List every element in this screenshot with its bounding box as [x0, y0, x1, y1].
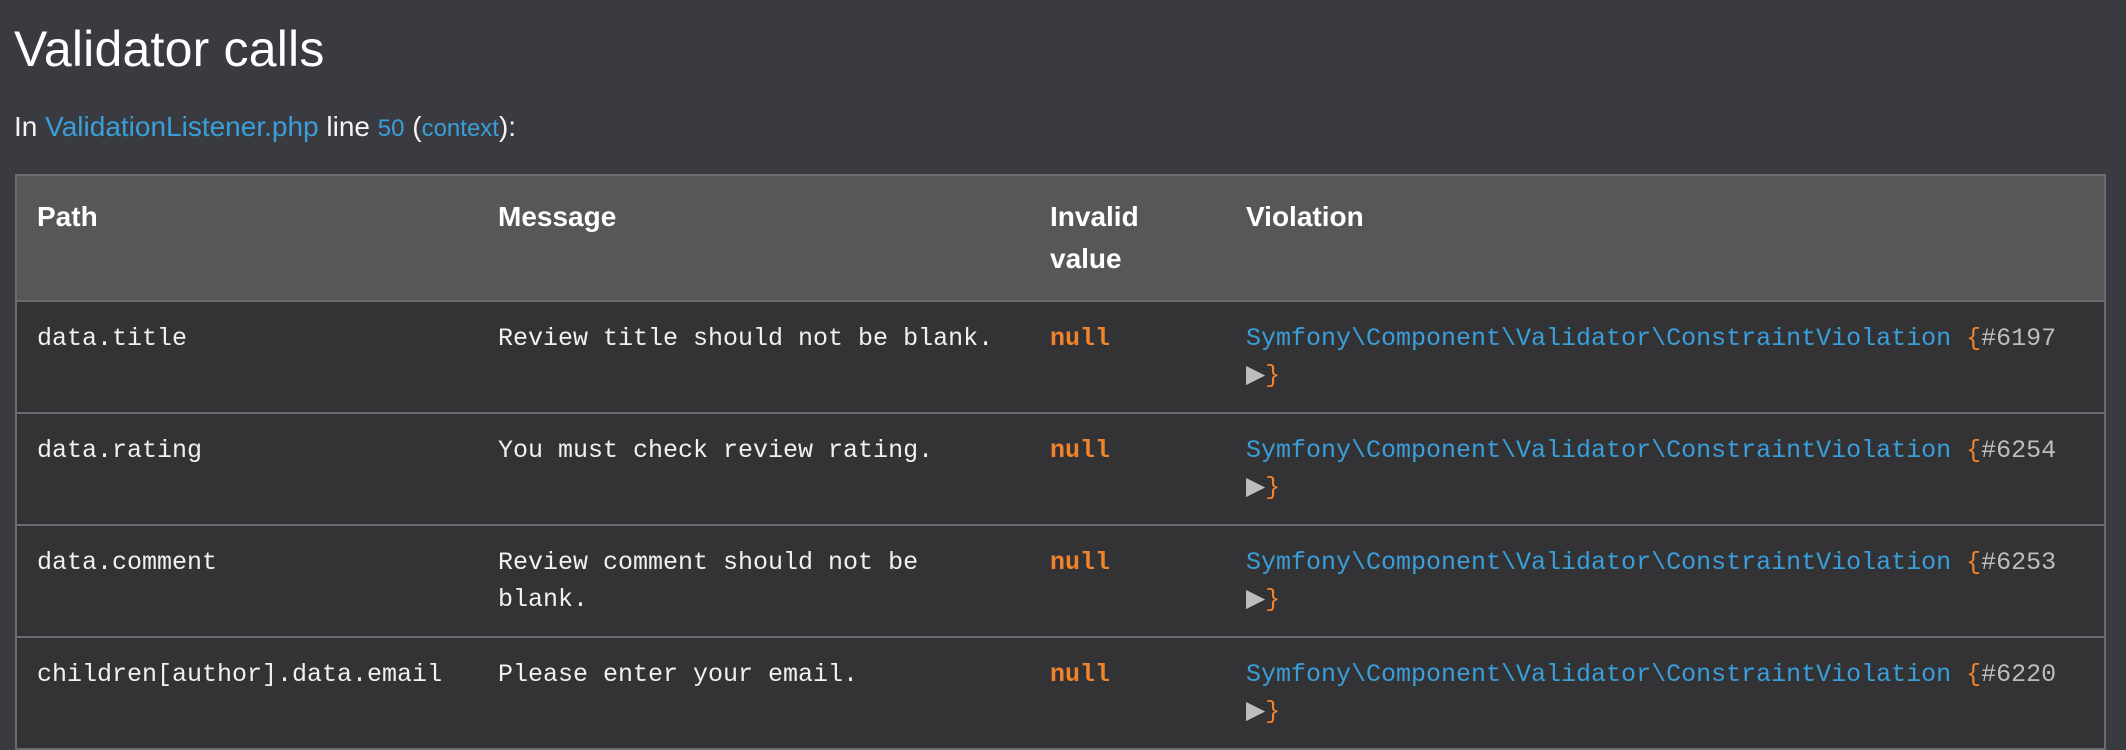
object-id: #6197	[1981, 324, 2057, 353]
violation-cell: Symfony\Component\Validator\ConstraintVi…	[1226, 636, 2105, 750]
column-header-message: Message	[478, 174, 1030, 302]
violation-class-link[interactable]: Symfony\Component\Validator\ConstraintVi…	[1246, 324, 1951, 353]
line-number-link[interactable]: 50	[378, 115, 405, 142]
table-row: data.rating You must check review rating…	[16, 412, 2105, 526]
invalid-value-header-line2: value	[1050, 243, 1122, 274]
expand-toggle-icon[interactable]: ▶	[1246, 585, 1265, 614]
context-link[interactable]: context	[422, 115, 499, 142]
table-row: data.comment Review comment should not b…	[16, 524, 2105, 638]
violation-class-link[interactable]: Symfony\Component\Validator\ConstraintVi…	[1246, 548, 1951, 577]
object-id: #6254	[1981, 436, 2057, 465]
table-header-row: Path Message Invalid value Violation	[16, 174, 2105, 302]
violation-cell: Symfony\Component\Validator\ConstraintVi…	[1226, 524, 2105, 638]
open-paren: (	[412, 111, 422, 142]
object-id: #6220	[1981, 660, 2057, 689]
violation-class-link[interactable]: Symfony\Component\Validator\ConstraintVi…	[1246, 660, 1951, 689]
path-cell: children[author].data.email	[16, 636, 478, 750]
invalid-value-cell: null	[1030, 524, 1226, 638]
violation-cell: Symfony\Component\Validator\ConstraintVi…	[1226, 300, 2105, 414]
object-id: #6253	[1981, 548, 2057, 577]
message-cell: You must check review rating.	[478, 412, 1030, 526]
file-link[interactable]: ValidationListener.php	[45, 111, 318, 142]
brace-close: }	[1265, 473, 1281, 502]
column-header-invalid-value: Invalid value	[1030, 174, 1226, 302]
violation-class-link[interactable]: Symfony\Component\Validator\ConstraintVi…	[1246, 436, 1951, 465]
column-header-path: Path	[16, 174, 478, 302]
page-title: Validator calls	[14, 21, 325, 77]
expand-toggle-icon[interactable]: ▶	[1246, 361, 1265, 390]
invalid-value-cell: null	[1030, 412, 1226, 526]
brace-open: {	[1966, 436, 1982, 465]
close-paren: ):	[498, 111, 517, 142]
expand-toggle-icon[interactable]: ▶	[1246, 697, 1265, 726]
validator-calls-panel: Validator calls In ValidationListener.ph…	[0, 0, 2126, 750]
message-cell: Review title should not be blank.	[478, 300, 1030, 414]
invalid-value-cell: null	[1030, 636, 1226, 750]
invalid-value-header-line1: Invalid	[1050, 201, 1139, 232]
brace-open: {	[1966, 548, 1982, 577]
message-cell: Review comment should not be blank.	[478, 524, 1030, 638]
violation-cell: Symfony\Component\Validator\ConstraintVi…	[1226, 412, 2105, 526]
expand-toggle-icon[interactable]: ▶	[1246, 473, 1265, 502]
invalid-value-cell: null	[1030, 300, 1226, 414]
path-cell: data.rating	[16, 412, 478, 526]
table-row: data.title Review title should not be bl…	[16, 300, 2105, 414]
brace-close: }	[1265, 697, 1281, 726]
call-location: In ValidationListener.php line 50 (conte…	[14, 107, 516, 149]
brace-open: {	[1966, 324, 1982, 353]
path-cell: data.title	[16, 300, 478, 414]
brace-close: }	[1265, 585, 1281, 614]
message-cell: Please enter your email.	[478, 636, 1030, 750]
brace-open: {	[1966, 660, 1982, 689]
validator-calls-table: Path Message Invalid value Violation data…	[15, 174, 2106, 750]
path-cell: data.comment	[16, 524, 478, 638]
column-header-violation: Violation	[1226, 174, 2105, 302]
brace-close: }	[1265, 361, 1281, 390]
location-prefix: In	[14, 111, 38, 142]
line-word: line	[326, 111, 370, 142]
table-row: children[author].data.email Please enter…	[16, 636, 2105, 750]
